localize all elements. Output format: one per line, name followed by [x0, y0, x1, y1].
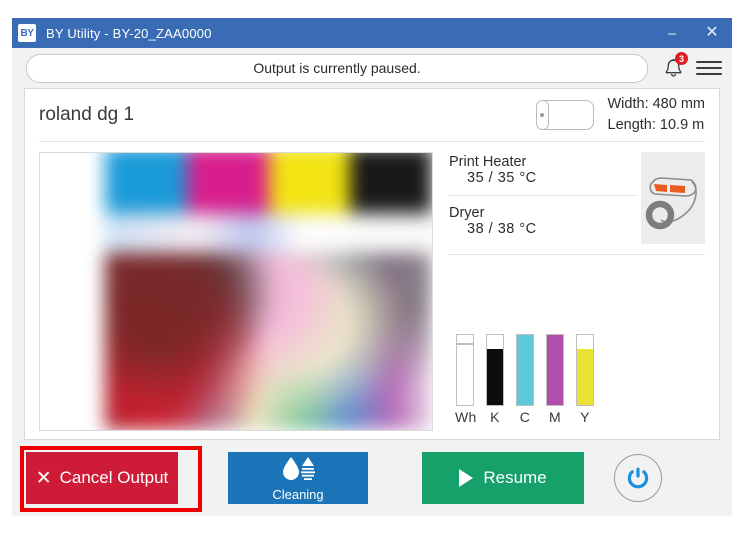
- notification-bell-button[interactable]: 3: [656, 52, 690, 83]
- ink-cartridge-m[interactable]: M: [545, 334, 565, 425]
- cartridge-gauge: [546, 334, 564, 406]
- close-button[interactable]: ✕: [692, 18, 732, 48]
- print-heater-label: Print Heater: [449, 154, 527, 170]
- close-x-icon: ✕: [35, 467, 52, 489]
- media-dimensions: Width: 480 mm Length: 10.9 m: [608, 94, 706, 136]
- cartridge-gauge: [456, 334, 474, 406]
- temperature-readouts: Print Heater 35 / 35 °C Dryer 38 / 38 °C: [449, 152, 637, 244]
- printer-detail-column: Print Heater 35 / 35 °C Dryer 38 / 38 °C: [433, 152, 705, 431]
- card-body: Print Heater 35 / 35 °C Dryer 38 / 38 °C: [39, 142, 705, 439]
- ink-level-panel: Wh K C M Y: [449, 255, 705, 431]
- hamburger-menu-icon: [696, 67, 722, 69]
- status-message: Output is currently paused.: [26, 53, 648, 83]
- temperature-panel: Print Heater 35 / 35 °C Dryer 38 / 38 °C: [449, 152, 705, 255]
- print-heater-row: Print Heater 35 / 35 °C: [449, 152, 637, 188]
- application-window: BY BY Utility - BY-20_ZAA0000 – ✕ Output…: [12, 18, 732, 516]
- printer-cross-section-icon: [641, 152, 705, 244]
- media-length: Length: 10.9 m: [607, 117, 705, 133]
- cartridge-fill: [517, 335, 533, 405]
- preview-band-black: [350, 153, 432, 215]
- power-icon: [627, 467, 649, 489]
- action-button-bar: ✕ Cancel Output Cleaning Resume: [12, 440, 732, 516]
- dryer-label: Dryer: [449, 205, 485, 221]
- ink-cartridge-wh[interactable]: Wh: [455, 334, 477, 425]
- printer-status-card: roland dg 1 Width: 480 mm Length: 10.9 m: [24, 88, 720, 440]
- preview-band-yellow: [268, 153, 351, 215]
- cartridge-gauge: [576, 334, 594, 406]
- cartridge-fill: [487, 349, 503, 405]
- print-heater-value: 35 / 35 °C: [467, 170, 537, 186]
- ink-label: M: [549, 409, 561, 425]
- cartridge-gauge: [516, 334, 534, 406]
- media-roll-icon: [534, 98, 596, 132]
- notification-badge: 3: [675, 52, 688, 65]
- ink-label: K: [490, 409, 500, 425]
- ink-cartridge-k[interactable]: K: [485, 334, 505, 425]
- cartridge-fill: [457, 343, 473, 405]
- ink-cartridge-c[interactable]: C: [515, 334, 535, 425]
- preview-artwork: [105, 153, 432, 430]
- cartridge-fill: [547, 335, 563, 405]
- window-title: BY Utility - BY-20_ZAA0000: [46, 25, 212, 41]
- hamburger-menu-button[interactable]: [696, 55, 722, 81]
- ink-label: Y: [580, 409, 590, 425]
- resume-label: Resume: [483, 468, 547, 487]
- cleaning-button[interactable]: Cleaning: [228, 452, 368, 504]
- hamburger-menu-icon: [696, 61, 722, 63]
- ink-label: Wh: [455, 409, 477, 425]
- cancel-output-button[interactable]: ✕ Cancel Output: [26, 452, 178, 504]
- title-bar: BY BY Utility - BY-20_ZAA0000 – ✕: [12, 18, 732, 48]
- hamburger-menu-icon: [696, 73, 722, 75]
- power-button[interactable]: [614, 454, 662, 502]
- status-bar: Output is currently paused. 3: [12, 48, 732, 88]
- preview-band-magenta: [186, 153, 269, 215]
- preview-lower-region: [105, 253, 432, 430]
- print-preview[interactable]: [39, 152, 433, 431]
- cancel-output-label: Cancel Output: [59, 468, 169, 487]
- preview-color-bands: [105, 153, 432, 215]
- card-header: roland dg 1 Width: 480 mm Length: 10.9 m: [39, 89, 705, 142]
- ink-cartridge-row: Wh K C M Y: [449, 334, 705, 425]
- printer-name: roland dg 1: [39, 104, 135, 125]
- window-controls: – ✕: [652, 18, 732, 48]
- media-width: Width: 480 mm: [607, 95, 706, 112]
- cartridge-fill: [577, 349, 593, 405]
- ink-cartridge-y[interactable]: Y: [575, 334, 595, 425]
- dryer-row: Dryer 38 / 38 °C: [449, 195, 637, 239]
- preview-band-cyan: [105, 153, 187, 215]
- ink-droplet-icon: [278, 455, 318, 486]
- cleaning-label: Cleaning: [272, 486, 324, 502]
- app-icon: BY: [18, 24, 36, 42]
- minimize-button[interactable]: –: [652, 18, 692, 48]
- cartridge-gauge: [486, 334, 504, 406]
- dryer-value: 38 / 38 °C: [467, 221, 537, 237]
- ink-label: C: [519, 409, 531, 425]
- play-icon: [459, 469, 474, 487]
- resume-button[interactable]: Resume: [422, 452, 584, 504]
- media-info: Width: 480 mm Length: 10.9 m: [534, 94, 706, 136]
